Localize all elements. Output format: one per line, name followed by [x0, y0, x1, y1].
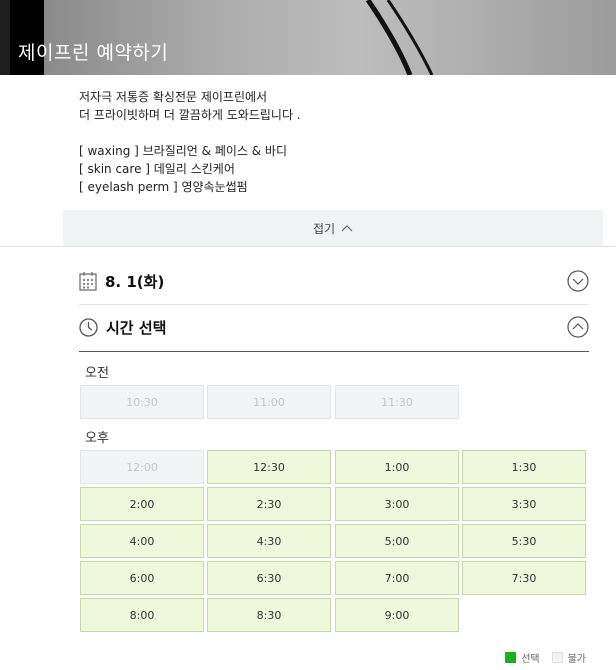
clock-icon [79, 317, 98, 337]
legend-unavailable-label: 불가 [567, 654, 586, 665]
time-slot-1100: 11:00 [207, 385, 331, 419]
selected-date: 8. 1(화) [105, 272, 165, 291]
time-slot-500[interactable]: 5:00 [335, 524, 459, 558]
description-line: [ waxing ] 브라질리언 & 페이스 & 바디 [79, 144, 288, 158]
page-title: 제이프린 예약하기 [18, 42, 169, 64]
chevron-up-circle-icon[interactable] [567, 316, 589, 338]
time-slot-400[interactable]: 4:00 [80, 524, 204, 558]
time-slot-800[interactable]: 8:00 [80, 598, 204, 632]
time-slot-130[interactable]: 1:30 [462, 450, 586, 484]
legend-selected-swatch [505, 652, 517, 663]
legend-selected-label: 선택 [521, 654, 540, 665]
fold-button[interactable]: 접기 [63, 210, 603, 246]
time-slot-1030: 10:30 [80, 385, 204, 419]
time-selector[interactable]: 시간 선택 [79, 304, 589, 350]
calendar-icon [79, 272, 97, 291]
time-slot-100[interactable]: 1:00 [335, 450, 459, 484]
header-banner: 제이프린 예약하기 [0, 0, 616, 75]
time-slot-530[interactable]: 5:30 [462, 524, 586, 558]
pm-label: 오후 [85, 431, 109, 446]
legend-unavailable: 불가 [551, 650, 586, 665]
time-slot-830[interactable]: 8:30 [207, 598, 331, 632]
legend-unavailable-swatch [551, 652, 563, 663]
description-line: [ skin care ] 데일리 스킨케어 [79, 162, 235, 176]
description-line: [ eyelash perm ] 영양속눈썹펌 [79, 180, 248, 194]
description-gap [79, 124, 599, 142]
time-slot-900[interactable]: 9:00 [335, 598, 459, 632]
time-slot-200[interactable]: 2:00 [80, 487, 204, 521]
time-section-title: 시간 선택 [106, 318, 167, 337]
am-label: 오전 [85, 366, 109, 381]
chevron-down-circle-icon[interactable] [567, 270, 589, 292]
divider [0, 246, 616, 247]
time-slot-700[interactable]: 7:00 [335, 561, 459, 595]
description-line: 더 프라이빗하며 더 깔끔하게 도와드립니다 . [79, 108, 301, 122]
time-slot-230[interactable]: 2:30 [207, 487, 331, 521]
time-slot-430[interactable]: 4:30 [207, 524, 331, 558]
time-slot-1200: 12:00 [80, 450, 204, 484]
time-slot-300[interactable]: 3:00 [335, 487, 459, 521]
time-slot-1230[interactable]: 12:30 [207, 450, 331, 484]
date-selector[interactable]: 8. 1(화) [79, 258, 589, 304]
time-slot-630[interactable]: 6:30 [207, 561, 331, 595]
chevron-up-icon [341, 225, 353, 232]
description-line: 저자극 저통증 확싱전문 제이프린에서 [79, 90, 268, 104]
divider [79, 351, 589, 352]
legend: 선택 불가 [493, 650, 586, 665]
time-slot-600[interactable]: 6:00 [80, 561, 204, 595]
time-slot-330[interactable]: 3:30 [462, 487, 586, 521]
time-slot-730[interactable]: 7:30 [462, 561, 586, 595]
legend-selected: 선택 [505, 650, 540, 665]
time-slot-1130: 11:30 [335, 385, 459, 419]
fold-label: 접기 [312, 221, 336, 236]
shop-description: 저자극 저통증 확싱전문 제이프린에서 더 프라이빗하며 더 깔끔하게 도와드립… [79, 88, 599, 196]
